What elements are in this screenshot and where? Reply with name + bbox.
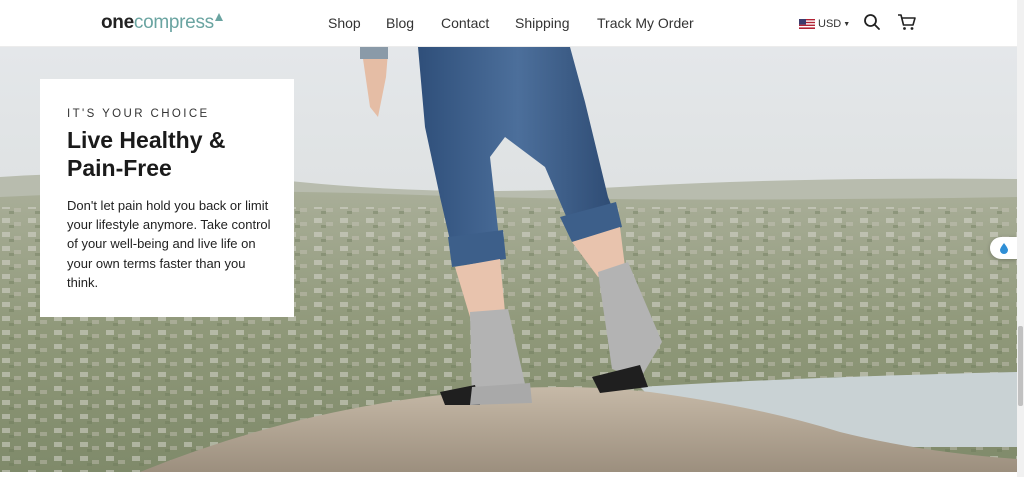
floating-widget-button[interactable] bbox=[990, 237, 1017, 259]
us-flag-icon bbox=[799, 19, 815, 29]
search-icon[interactable] bbox=[863, 13, 881, 31]
hero-bottom-edge bbox=[0, 472, 1017, 477]
logo-arrow-icon bbox=[215, 13, 223, 21]
hero-text-card: IT'S YOUR CHOICE Live Healthy & Pain-Fre… bbox=[40, 79, 294, 317]
hero-banner: IT'S YOUR CHOICE Live Healthy & Pain-Fre… bbox=[0, 47, 1017, 472]
brand-logo[interactable]: onecompress bbox=[101, 11, 214, 35]
nav-shipping[interactable]: Shipping bbox=[515, 14, 570, 32]
currency-code: USD bbox=[818, 18, 842, 30]
cart-icon[interactable] bbox=[897, 13, 917, 31]
caret-down-icon: ▼ bbox=[843, 20, 851, 28]
scrollbar-thumb[interactable] bbox=[1018, 326, 1023, 406]
nav-blog[interactable]: Blog bbox=[386, 14, 414, 32]
hero-body-text: Don't let pain hold you back or limit yo… bbox=[67, 198, 271, 290]
site-header: onecompress Shop Blog Contact Shipping T… bbox=[0, 0, 1017, 47]
logo-text-one: one bbox=[101, 12, 134, 33]
nav-track-order[interactable]: Track My Order bbox=[597, 14, 694, 32]
nav-shop[interactable]: Shop bbox=[328, 14, 361, 32]
logo-text-compress: compress bbox=[133, 12, 214, 33]
nav-contact[interactable]: Contact bbox=[441, 14, 489, 32]
water-drop-icon bbox=[999, 243, 1008, 254]
hero-headline: Live Healthy & Pain-Free bbox=[67, 127, 226, 181]
hero-eyebrow: IT'S YOUR CHOICE bbox=[67, 108, 210, 120]
currency-selector[interactable]: USD ▼ bbox=[799, 16, 850, 32]
